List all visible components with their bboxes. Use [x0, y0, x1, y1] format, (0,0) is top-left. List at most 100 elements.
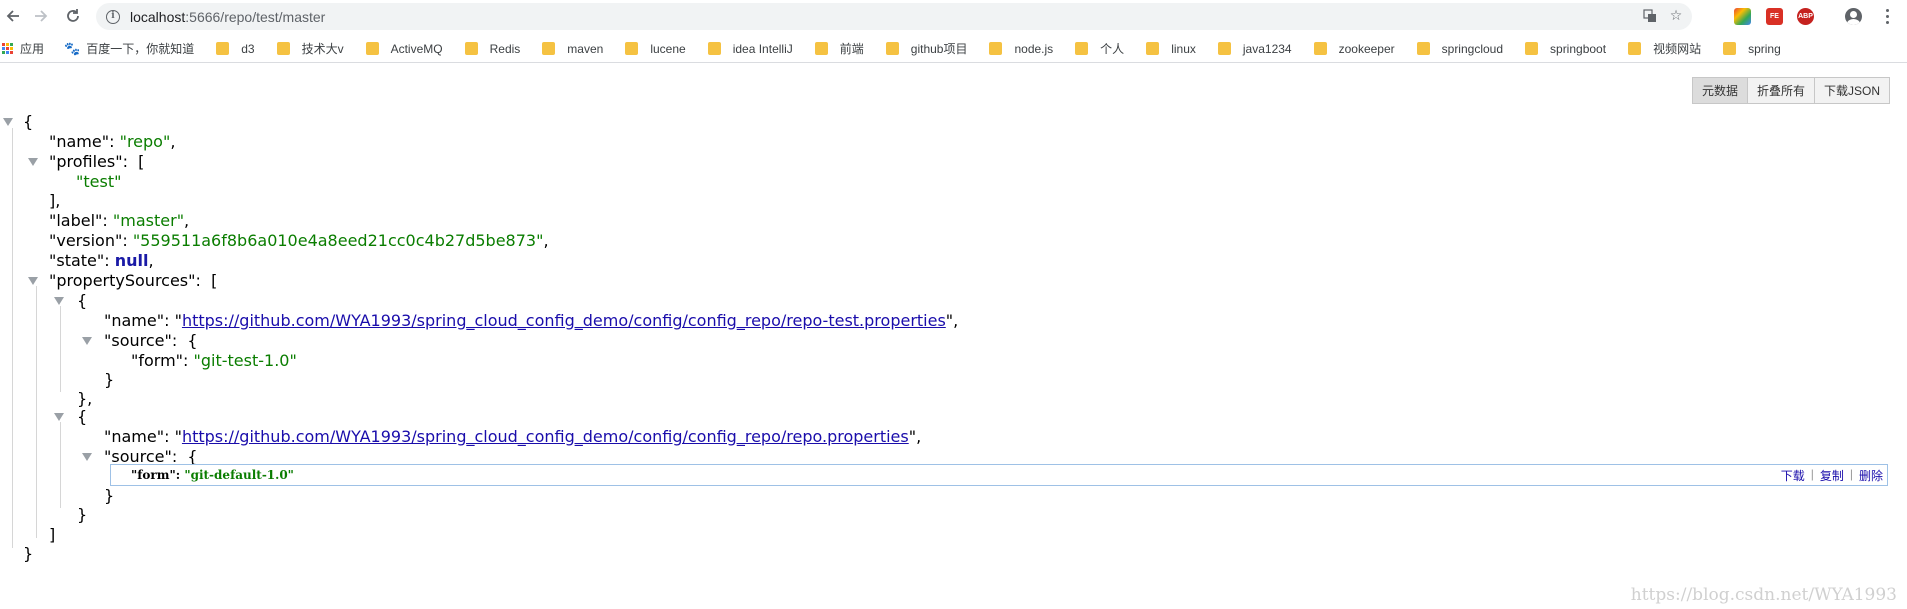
json-string: "git-default-1.0"	[184, 468, 294, 482]
folder-icon	[276, 42, 290, 55]
bookmark-item[interactable]: 技术大v	[269, 36, 344, 62]
json-line: {	[23, 112, 34, 131]
json-key: "form":	[131, 468, 181, 482]
bookmark-item[interactable]: node.js	[981, 36, 1053, 62]
folder-icon	[1416, 42, 1430, 55]
download-json-button[interactable]: 下载JSON	[1813, 77, 1890, 104]
json-key: "name":	[104, 311, 170, 330]
indent-guide	[36, 286, 37, 538]
collapse-toggle-source-1[interactable]	[54, 413, 64, 421]
folder-icon	[365, 42, 379, 55]
collapse-toggle-source-0[interactable]	[54, 297, 64, 305]
row-delete-link[interactable]: 删除	[1859, 467, 1883, 484]
json-string: "git-test-1.0"	[193, 351, 297, 370]
collapse-toggle-profiles[interactable]	[28, 158, 38, 166]
baidu-paw-icon: 🐾	[64, 40, 81, 56]
json-key: "form":	[131, 351, 189, 370]
json-line-ps1-name: "name": "https://github.com/WYA1993/spri…	[104, 427, 922, 446]
url-text[interactable]: localhost:5666/repo/test/master	[130, 9, 325, 25]
extension-fe-icon[interactable]: FE	[1766, 8, 1783, 25]
json-key: "state":	[49, 251, 110, 270]
translate-icon[interactable]	[1642, 8, 1658, 24]
json-line-property-sources: "propertySources": [	[49, 271, 218, 290]
row-actions: 下载 | 复制 | 删除	[1781, 467, 1883, 484]
bookmark-item[interactable]: linux	[1138, 36, 1196, 62]
back-arrow-icon	[6, 10, 19, 22]
bookmark-label: ActiveMQ	[390, 41, 443, 56]
collapse-toggle-root[interactable]	[3, 118, 13, 126]
bookmark-item[interactable]: maven	[534, 36, 603, 62]
bookmark-label: idea IntelliJ	[732, 41, 793, 56]
row-download-link[interactable]: 下载	[1781, 467, 1805, 484]
bookmark-item[interactable]: springboot	[1517, 36, 1606, 62]
indent-guide	[60, 422, 61, 508]
bookmark-item[interactable]: github项目	[878, 36, 968, 62]
browser-menu-icon[interactable]	[1884, 7, 1890, 25]
indent-guide	[12, 128, 13, 548]
bookmark-item[interactable]: springcloud	[1409, 36, 1503, 62]
indent-guide	[60, 306, 61, 392]
bookmark-item[interactable]: zookeeper	[1306, 36, 1395, 62]
raw-data-button[interactable]: 元数据	[1691, 77, 1748, 104]
json-line-ps0-form: "form": "git-test-1.0"	[131, 351, 297, 371]
folder-icon	[707, 42, 721, 55]
bookmark-label: linux	[1171, 41, 1196, 56]
bookmark-label: zookeeper	[1338, 41, 1395, 56]
json-line-profile-item: "test"	[76, 172, 121, 192]
folder-icon	[1075, 42, 1089, 55]
forward-button[interactable]	[30, 5, 52, 27]
bookmark-label: 百度一下，你就知道	[86, 42, 195, 56]
bookmark-item[interactable]: java1234	[1210, 36, 1292, 62]
extension-colorful-icon[interactable]	[1734, 8, 1751, 25]
folder-icon	[1313, 42, 1327, 55]
collapse-toggle-ps1-source[interactable]	[82, 453, 92, 461]
bookmark-label: java1234	[1242, 41, 1292, 56]
reload-button[interactable]	[62, 5, 84, 27]
json-line-ps1-form: "form": "git-default-1.0"	[131, 465, 294, 485]
json-line: }	[104, 370, 115, 389]
url-host: localhost	[130, 8, 186, 25]
bookmark-item[interactable]: ActiveMQ	[358, 36, 443, 62]
json-key: "source":	[104, 331, 178, 350]
folder-icon	[814, 42, 828, 55]
bookmark-item[interactable]: 应用	[2, 36, 44, 62]
folder-icon	[216, 42, 230, 55]
folder-icon	[1217, 42, 1231, 55]
folder-icon	[1146, 42, 1160, 55]
bookmark-label: springboot	[1550, 41, 1607, 56]
json-line: }	[77, 505, 88, 524]
bookmark-item[interactable]: 前端	[807, 36, 864, 62]
site-info-icon[interactable]: i	[106, 9, 120, 24]
ps1-name-link[interactable]: https://github.com/WYA1993/spring_cloud_…	[182, 427, 909, 446]
json-line-profiles: "profiles": [	[49, 152, 145, 171]
bookmark-item[interactable]: 个人	[1067, 36, 1124, 62]
folder-icon	[542, 42, 556, 55]
profile-avatar-icon[interactable]	[1845, 8, 1862, 25]
bookmark-label: d3	[241, 41, 255, 56]
back-button[interactable]	[2, 5, 24, 27]
bookmark-label: springcloud	[1441, 41, 1504, 56]
bookmark-label: github项目	[910, 42, 968, 56]
hovered-json-row[interactable]: "form": "git-default-1.0" 下载 | 复制 | 删除	[110, 464, 1888, 486]
bookmark-item[interactable]: spring	[1715, 36, 1781, 62]
json-string: "test"	[76, 172, 122, 191]
bookmark-item[interactable]: 🐾 百度一下，你就知道	[58, 36, 194, 62]
bookmark-item[interactable]: idea IntelliJ	[700, 36, 793, 62]
ps0-name-link[interactable]: https://github.com/WYA1993/spring_cloud_…	[182, 311, 946, 330]
watermark: https://blog.csdn.net/WYA1993	[1630, 585, 1897, 605]
extension-abp-icon[interactable]: ABP	[1797, 8, 1814, 25]
bookmark-item[interactable]: lucene	[617, 36, 686, 62]
address-bar[interactable]: i localhost:5666/repo/test/master ☆	[96, 3, 1692, 30]
row-copy-link[interactable]: 复制	[1820, 467, 1844, 484]
bookmark-item[interactable]: Redis	[457, 36, 520, 62]
collapse-toggle-ps0-source[interactable]	[82, 337, 92, 345]
url-path: :5666/repo/test/master	[185, 8, 326, 25]
json-line: }	[23, 544, 34, 563]
bookmark-star-icon[interactable]: ☆	[1668, 8, 1684, 24]
bookmark-item[interactable]: 视频网站	[1620, 36, 1701, 62]
collapse-toggle-property-sources[interactable]	[28, 277, 38, 285]
bookmark-item[interactable]: d3	[208, 36, 255, 62]
json-string: "559511a6f8b6a010e4a8eed21cc0c4b27d5be87…	[132, 231, 544, 250]
collapse-all-button[interactable]: 折叠所有	[1746, 77, 1815, 104]
folder-icon	[1723, 42, 1737, 55]
